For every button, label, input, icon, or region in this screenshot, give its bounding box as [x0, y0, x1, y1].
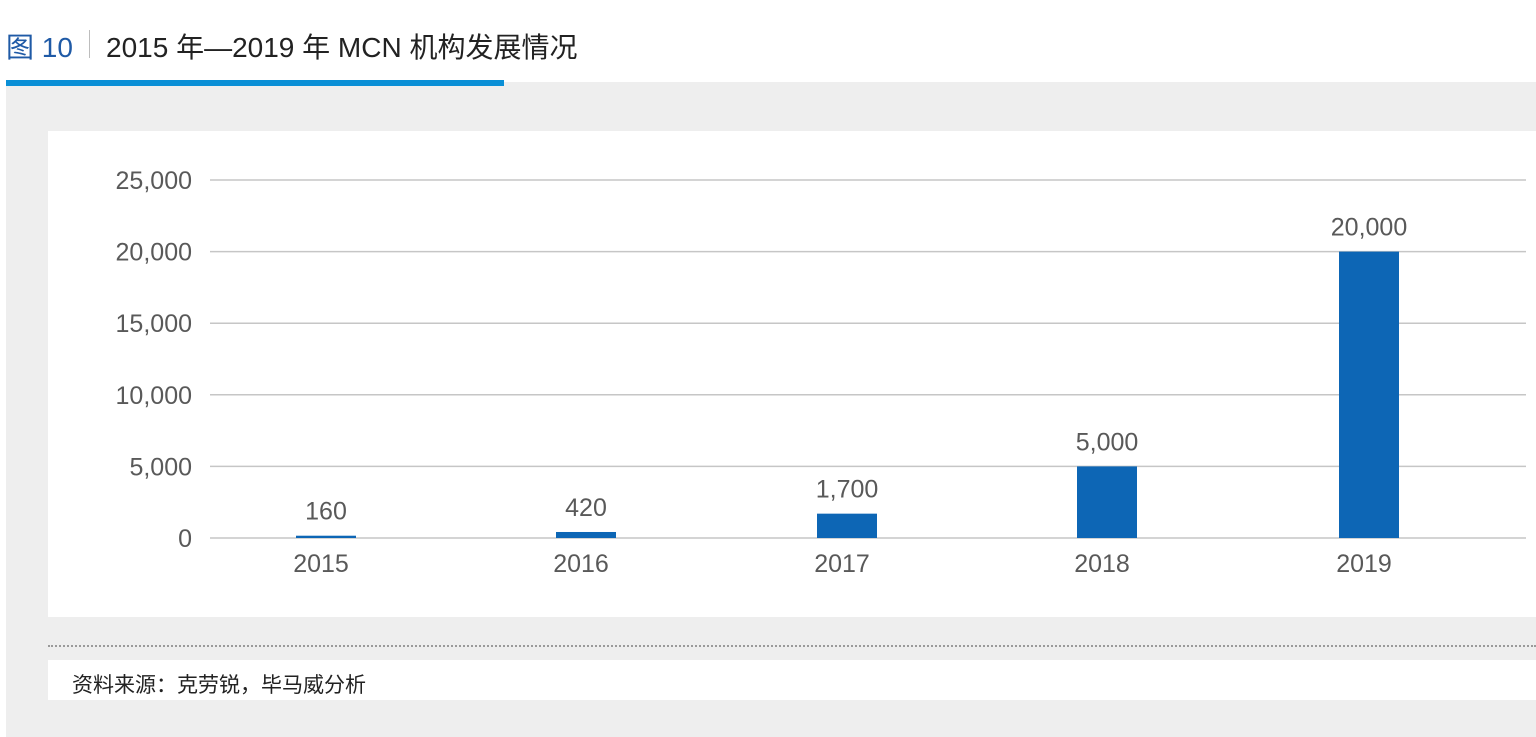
data-label: 5,000: [1076, 428, 1139, 456]
y-tick-label: 20,000: [116, 239, 192, 267]
dotted-separator: [48, 645, 1536, 647]
data-label: 160: [305, 498, 347, 526]
x-tick-label: 2019: [1336, 550, 1392, 578]
x-tick-label: 2015: [293, 550, 349, 578]
bar-2017: [817, 513, 877, 538]
data-label: 420: [565, 494, 607, 522]
bar-chart: 0 5,000 10,000 15,000 20,000 25,000 160 2015 420…: [116, 167, 1526, 578]
y-tick-label: 15,000: [116, 310, 192, 338]
x-tick-label: 2017: [814, 550, 870, 578]
y-tick-label: 0: [178, 525, 192, 553]
bar-2018: [1077, 466, 1137, 538]
data-label: 1,700: [816, 476, 879, 504]
y-tick-label: 10,000: [116, 382, 192, 410]
source-note: 资料来源：克劳锐，毕马威分析: [72, 674, 366, 697]
bar-2016: [556, 531, 616, 538]
bar-2019: [1339, 251, 1399, 538]
y-tick-label: 5,000: [129, 453, 192, 481]
source-box: 资料来源：克劳锐，毕马威分析: [48, 660, 1536, 700]
x-tick-label: 2016: [553, 550, 609, 578]
y-tick-label: 25,000: [116, 167, 192, 195]
x-tick-label: 2018: [1074, 550, 1130, 578]
data-label: 20,000: [1331, 214, 1407, 242]
bar-2015: [296, 535, 356, 538]
